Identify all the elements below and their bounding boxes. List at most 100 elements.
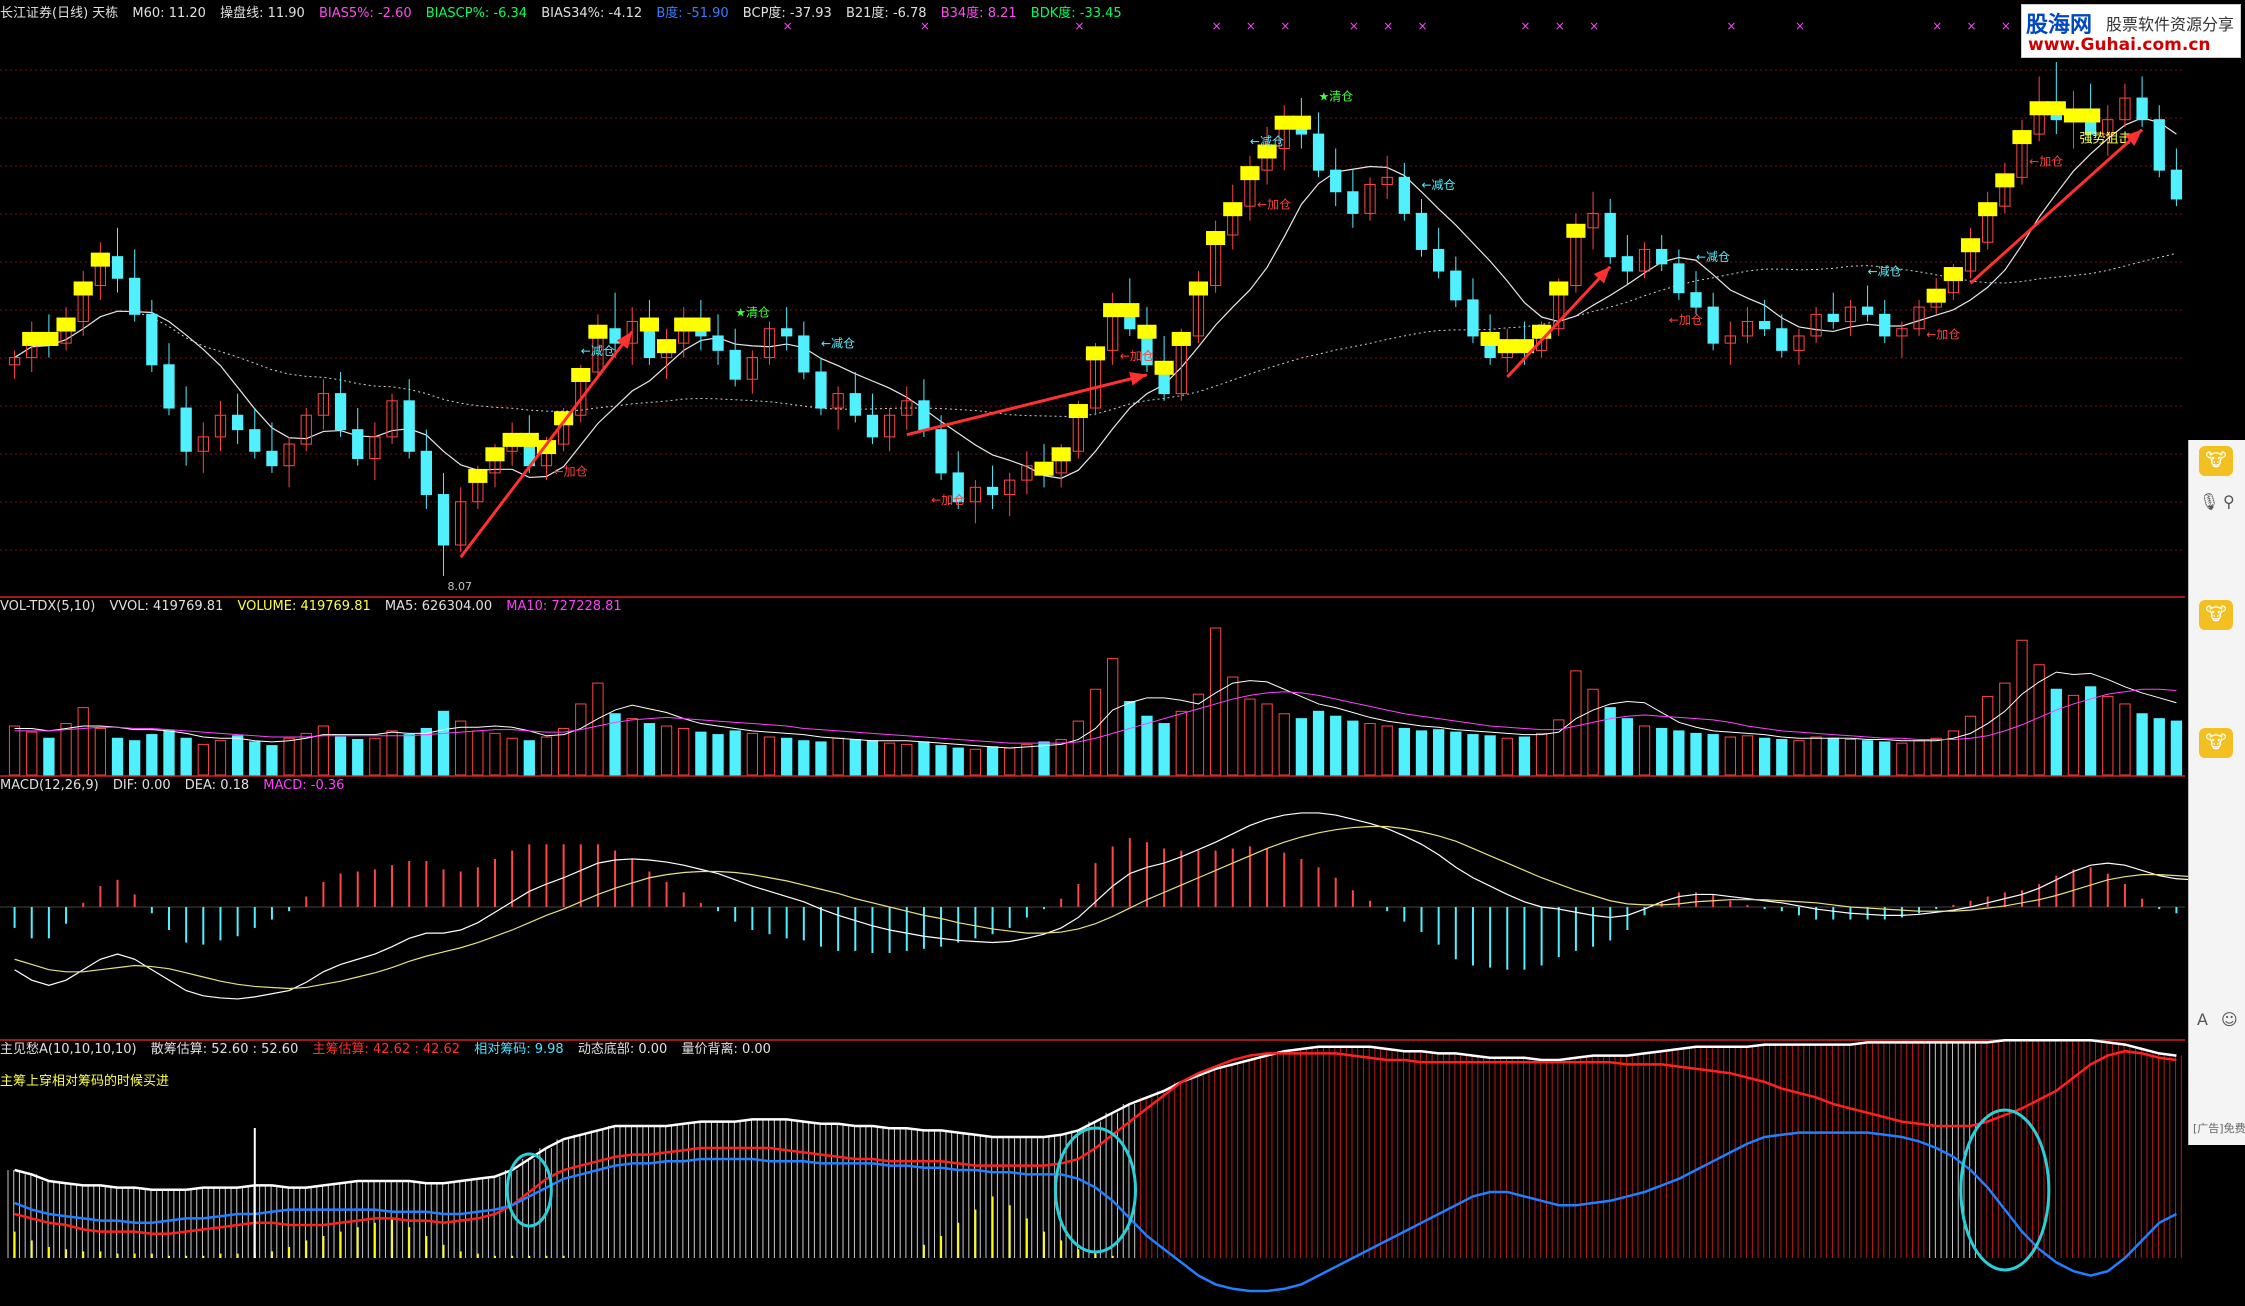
volume-bar: [866, 740, 879, 776]
volume-bar: [729, 730, 741, 776]
trend-block: [2012, 130, 2032, 145]
search-icon[interactable]: ⚲: [2223, 492, 2235, 511]
cow-mascot-icon-3[interactable]: 🐮: [2199, 728, 2233, 758]
volume-bar: [695, 731, 707, 776]
volume-bar: [2136, 713, 2148, 776]
cow-mascot-icon[interactable]: 🐮: [2199, 446, 2233, 476]
chip-blue-line: [14, 1131, 2177, 1293]
volume-bar: [489, 732, 501, 776]
candle-body: [935, 429, 947, 474]
volume-bar: [420, 727, 433, 776]
volume-bar: [763, 736, 776, 776]
volume-bar: [2050, 688, 2062, 776]
volume-bar: [403, 734, 415, 776]
volume-value: VOLUME: 419769.81: [237, 599, 371, 614]
bias34-value: BIAS34%: -4.12: [541, 6, 643, 21]
volume-bar: [1930, 737, 1942, 776]
volume-bar: [2170, 720, 2183, 776]
trend-block: [56, 317, 76, 332]
volume-bar: [1879, 741, 1891, 776]
trend-block: [1103, 303, 1123, 318]
stock-chart: ××××××××××××××××××××←减仓←减仓←减仓←减仓←减仓←减仓←减…: [0, 19, 2195, 1293]
trend-block: [1120, 303, 1140, 318]
trend-block: [588, 324, 608, 339]
sanhu-value: 散筹估算: 52.60 : 52.60: [150, 1042, 299, 1057]
volume-bar: [2153, 718, 2165, 776]
microphone-icon[interactable]: 🎙: [2199, 492, 2219, 511]
jiancang-label: ←减仓: [1696, 250, 1730, 264]
ma10-value: MA10: 727228.81: [506, 599, 622, 614]
candle-body: [180, 407, 192, 452]
jiancang-label: ←减仓: [821, 337, 855, 351]
jiancang-label: ←减仓: [1250, 135, 1284, 149]
volume-bar: [1724, 736, 1736, 776]
candle-body: [1673, 263, 1685, 294]
volume-bar: [540, 736, 553, 776]
trend-block: [2046, 101, 2066, 116]
trend-block: [1566, 223, 1586, 238]
volume-bar: [1381, 725, 1393, 776]
candle-body: [129, 277, 141, 315]
signal-marker: ×: [2001, 19, 2011, 33]
candle-body: [1330, 169, 1342, 193]
volume-bar: [1158, 723, 1170, 776]
smiley-icon[interactable]: ☺: [2221, 1010, 2238, 1029]
volume-bar: [1810, 736, 1822, 776]
jiancang-label: ←减仓: [1868, 264, 1902, 278]
bias5-value: BIAS5%: -2.60: [318, 6, 412, 21]
candle-body: [1758, 321, 1771, 330]
volume-bar: [1964, 715, 1977, 776]
jiacang-label: ←加仓: [2029, 154, 2063, 168]
volume-bar: [1999, 682, 2011, 776]
trend-block: [1206, 231, 1226, 246]
volume-bar: [1535, 732, 1548, 776]
volume-bar: [94, 727, 107, 776]
candle-body: [2153, 119, 2165, 171]
volume-bar: [1175, 710, 1187, 776]
candle-body: [1707, 306, 1719, 344]
volume-bar: [1124, 701, 1136, 776]
trend-block: [2029, 101, 2049, 116]
volume-bar: [1758, 737, 1771, 776]
volume-bar: [60, 723, 72, 776]
volume-bar: [626, 718, 638, 776]
volume-bar: [8, 725, 21, 776]
candle-body: [1621, 256, 1634, 272]
b-degree-value: B度: -51.90: [656, 6, 729, 21]
candle-body: [1690, 292, 1702, 308]
dongtai-value: 动态底部: 0.00: [577, 1042, 668, 1057]
volume-bar: [1192, 693, 1205, 776]
vol-indicator-name: VOL-TDX(5,10): [0, 599, 96, 614]
volume-bar: [660, 725, 673, 776]
volume-bar: [712, 734, 724, 776]
volume-bar: [300, 732, 312, 776]
volume-bar: [1467, 734, 1479, 776]
volume-bar: [317, 725, 330, 776]
candle-body: [712, 335, 724, 351]
trend-block: [1223, 202, 1243, 217]
trend-block: [1960, 238, 1981, 253]
candle-body: [729, 349, 741, 380]
floating-sidebar: 🐮 🎙 ⚲ 🐮 🐮 A ☺ [广告]免费: [2188, 440, 2245, 1145]
volume-bar: [523, 740, 535, 776]
jiacang-label: ←加仓: [1926, 327, 1960, 341]
trend-block: [39, 331, 59, 346]
trend-block: [1171, 331, 1191, 346]
b34-value: B34度: 8.21: [940, 6, 1017, 21]
macd-indicator-name: MACD(12,26,9): [0, 778, 99, 793]
dea-value: DEA: 0.18: [184, 778, 250, 793]
font-icon[interactable]: A: [2197, 1010, 2208, 1029]
candle-body: [1312, 133, 1325, 171]
volume-bar: [1072, 720, 1084, 776]
xiangdui-value: 相对筹码: 9.98: [474, 1042, 564, 1057]
trend-block: [571, 367, 591, 382]
volume-bar: [1398, 727, 1410, 776]
cow-mascot-icon-2[interactable]: 🐮: [2199, 600, 2233, 630]
biascp-value: BIASCP%: -6.34: [425, 6, 528, 21]
candle-body: [420, 450, 433, 496]
trend-block: [1240, 166, 1260, 181]
volume-bar: [986, 746, 999, 776]
candle-body: [249, 429, 261, 452]
candle-body: [1827, 313, 1839, 323]
volume-bar: [918, 741, 930, 776]
